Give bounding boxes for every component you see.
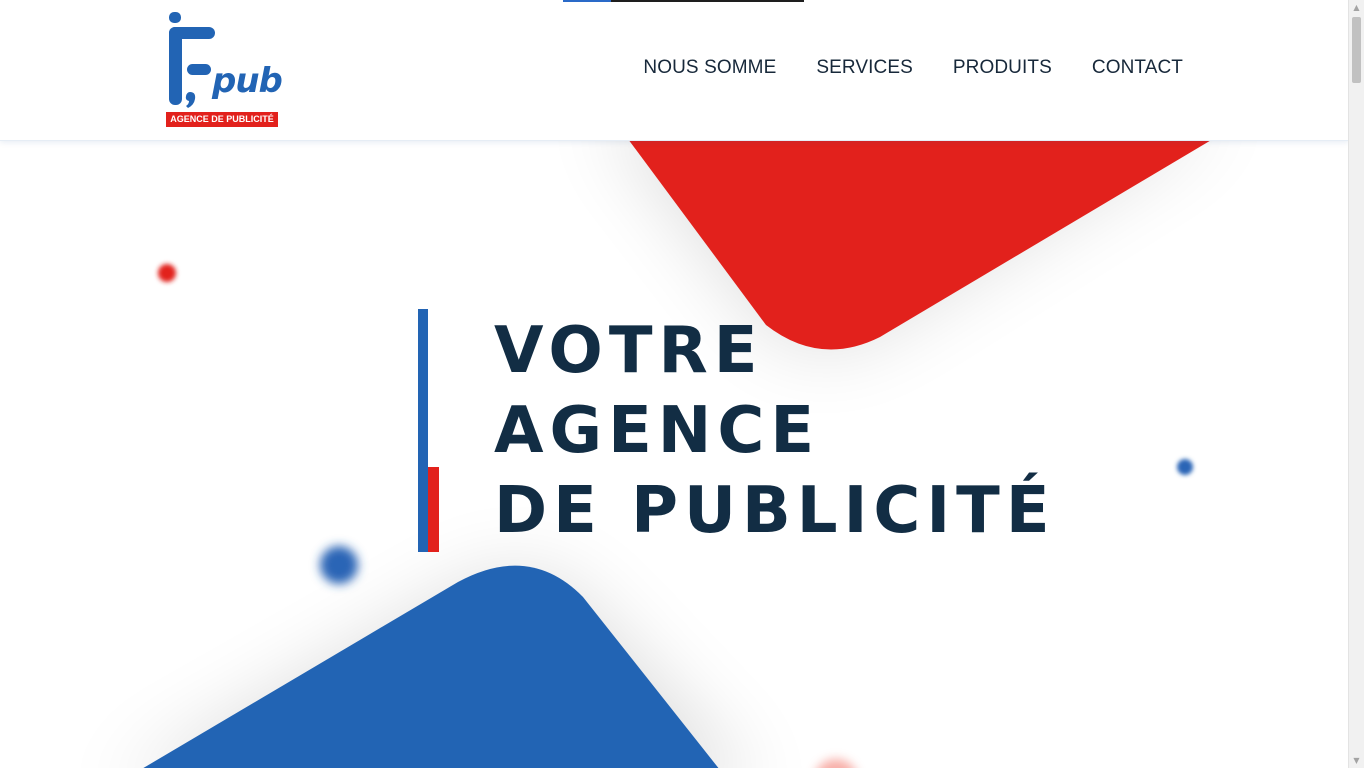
nav-item-services[interactable]: SERVICES xyxy=(816,57,913,79)
page-loading-bar xyxy=(563,0,804,2)
nav-item-produits[interactable]: PRODUITS xyxy=(953,57,1052,79)
hero-headline: VOTRE AGENCE DE PUBLICITÉ xyxy=(494,311,1056,551)
logo-tagline: AGENCE DE PUBLICITÉ xyxy=(170,114,274,124)
scrollbar-thumb[interactable] xyxy=(1352,17,1361,83)
hero-headline-line-3: DE PUBLICITÉ xyxy=(494,474,1056,548)
red-blurred-dot-decoration xyxy=(818,759,854,768)
hero-section: VOTRE AGENCE DE PUBLICITÉ xyxy=(0,141,1349,768)
hero-headline-line-2: AGENCE xyxy=(494,394,821,468)
main-nav: NOUS SOMME SERVICES PRODUITS CONTACT xyxy=(603,57,1183,79)
hero-headline-block: VOTRE AGENCE DE PUBLICITÉ xyxy=(418,309,1058,553)
blue-triangle-shape xyxy=(143,565,719,768)
blue-small-dot-decoration xyxy=(1177,459,1193,475)
triangle-up-icon[interactable]: ▲ xyxy=(1349,0,1364,15)
page-loading-bar-fill xyxy=(563,0,611,2)
blue-blurred-dot-decoration xyxy=(320,546,358,584)
page-scrollbar[interactable]: ▲ ▼ xyxy=(1348,0,1364,768)
hero-headline-line-1: VOTRE xyxy=(494,314,764,388)
nav-item-nous-somme[interactable]: NOUS SOMME xyxy=(643,57,776,79)
site-logo[interactable]: pub AGENCE DE PUBLICITÉ xyxy=(166,12,283,128)
nav-item-contact[interactable]: CONTACT xyxy=(1092,57,1183,79)
page: pub AGENCE DE PUBLICITÉ NOUS SOMME SERVI… xyxy=(0,0,1364,768)
headline-accent-bar-blue xyxy=(418,309,428,552)
headline-accent-bar-red xyxy=(428,467,439,552)
triangle-down-icon[interactable]: ▼ xyxy=(1349,753,1364,768)
logo-brand-text: pub xyxy=(212,61,283,101)
site-header: pub AGENCE DE PUBLICITÉ NOUS SOMME SERVI… xyxy=(0,0,1349,141)
red-dot-decoration xyxy=(158,264,176,282)
